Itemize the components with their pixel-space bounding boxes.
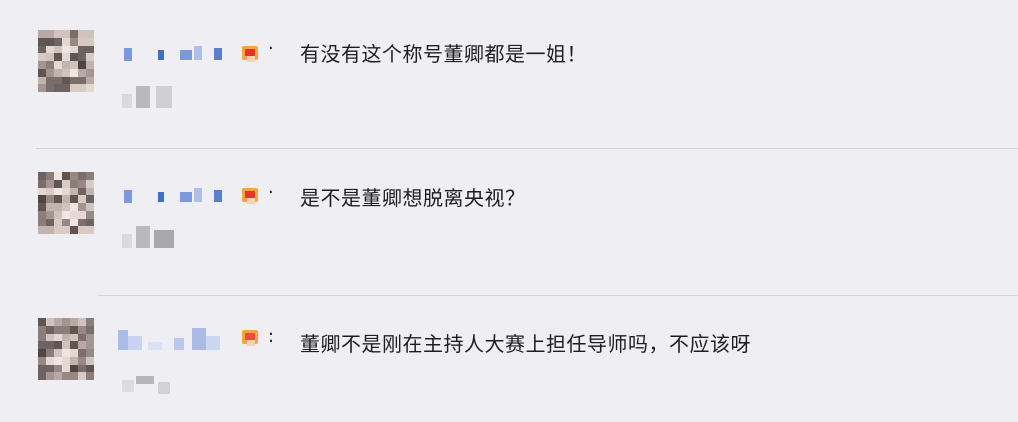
- comment-meta-blurred: [122, 226, 182, 250]
- comment-meta-blurred: [122, 86, 182, 110]
- avatar[interactable]: [38, 172, 94, 234]
- separator: ·: [268, 38, 274, 59]
- divider: [98, 295, 1018, 296]
- separator: :: [268, 326, 275, 347]
- avatar[interactable]: [38, 318, 94, 380]
- avatar[interactable]: [38, 30, 94, 92]
- vip-badge-icon: [240, 186, 260, 204]
- vip-badge-icon: [240, 328, 260, 346]
- divider: [36, 148, 1018, 149]
- comment-text: 是不是董卿想脱离央视？: [300, 186, 526, 210]
- comment-meta-blurred: [122, 372, 182, 396]
- comment-text: 有没有这个称号董卿都是一姐！: [300, 42, 587, 66]
- separator: ·: [268, 182, 274, 203]
- vip-badge-icon: [240, 44, 260, 62]
- comment-text: 董卿不是刚在主持人大赛上担任导师吗，不应该呀: [300, 332, 751, 356]
